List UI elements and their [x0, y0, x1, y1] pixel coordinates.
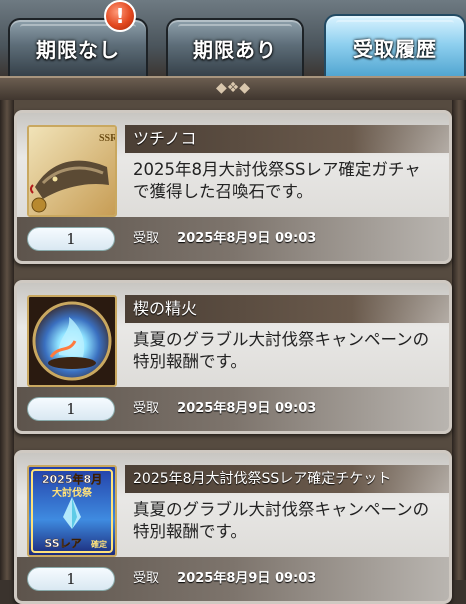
frame-rail-left	[0, 100, 14, 580]
tab-label: 期限なし	[36, 37, 120, 62]
quantity-badge: 1	[27, 227, 115, 251]
history-list[interactable]: SSR ツチノコ 2025年8月大討伐祭SSレア確定ガチャで獲得した召喚石です。…	[14, 100, 452, 604]
tab-with-expiry[interactable]: 期限あり	[166, 18, 304, 76]
tab-decoration	[336, 20, 454, 26]
receive-info: 受取 2025年8月9日 09:03	[133, 569, 316, 589]
ticket-line-1: 2025年8月	[42, 472, 102, 486]
receive-status: 受取	[133, 231, 160, 246]
flame-orb-icon[interactable]	[27, 295, 117, 387]
tab-label: 期限あり	[193, 37, 277, 62]
item-footer: 1 受取 2025年8月9日 09:03	[17, 557, 449, 601]
item-description: 2025年8月大討伐祭SSレア確定ガチャで獲得した召喚石です。	[133, 160, 421, 201]
item-name: ツチノコ	[125, 125, 449, 153]
tab-label: 受取履歴	[353, 36, 437, 61]
quantity-badge: 1	[27, 567, 115, 591]
history-item: 楔の精火 真夏のグラブル大討伐祭キャンペーンの特別報酬です。 1 受取 2025…	[14, 280, 452, 434]
history-item: 2025年8月 大討伐祭 SSレア 確定 2025年8月大討伐祭SSレア確定チケ…	[14, 450, 452, 604]
item-name: 2025年8月大討伐祭SSレア確定チケット	[125, 465, 449, 493]
ticket-icon[interactable]: 2025年8月 大討伐祭 SSレア 確定	[27, 465, 117, 557]
item-footer: 1 受取 2025年8月9日 09:03	[17, 217, 449, 261]
tab-history[interactable]: 受取履歴	[324, 14, 466, 78]
history-item: SSR ツチノコ 2025年8月大討伐祭SSレア確定ガチャで獲得した召喚石です。…	[14, 110, 452, 264]
ticket-line-3: SSレア	[44, 537, 81, 550]
item-description: 真夏のグラブル大討伐祭キャンペーンの特別報酬です。	[133, 330, 430, 371]
notification-badge-icon: !	[104, 0, 136, 32]
frame-rail-right	[452, 100, 466, 580]
item-description: 真夏のグラブル大討伐祭キャンペーンの特別報酬です。	[133, 500, 430, 541]
tab-decoration	[178, 24, 292, 30]
tab-bar: 期限なし 期限あり 受取履歴 !	[0, 0, 466, 78]
receive-date: 2025年8月9日 09:03	[177, 231, 317, 246]
ornament-icon: ◆❖◆	[215, 80, 251, 96]
receive-date: 2025年8月9日 09:03	[177, 401, 317, 416]
svg-text:SSR: SSR	[99, 133, 115, 144]
ticket-line-4: 確定	[91, 539, 107, 549]
badge-symbol: !	[115, 4, 125, 28]
quantity-badge: 1	[27, 397, 115, 421]
receive-date: 2025年8月9日 09:03	[177, 571, 317, 586]
snake-summon-icon[interactable]: SSR	[27, 125, 117, 217]
receive-status: 受取	[133, 571, 160, 586]
item-footer: 1 受取 2025年8月9日 09:03	[17, 387, 449, 431]
receive-status: 受取	[133, 401, 160, 416]
receive-info: 受取 2025年8月9日 09:03	[133, 229, 316, 249]
receive-info: 受取 2025年8月9日 09:03	[133, 399, 316, 419]
ticket-line-2: 大討伐祭	[52, 486, 93, 499]
item-name: 楔の精火	[125, 295, 449, 323]
